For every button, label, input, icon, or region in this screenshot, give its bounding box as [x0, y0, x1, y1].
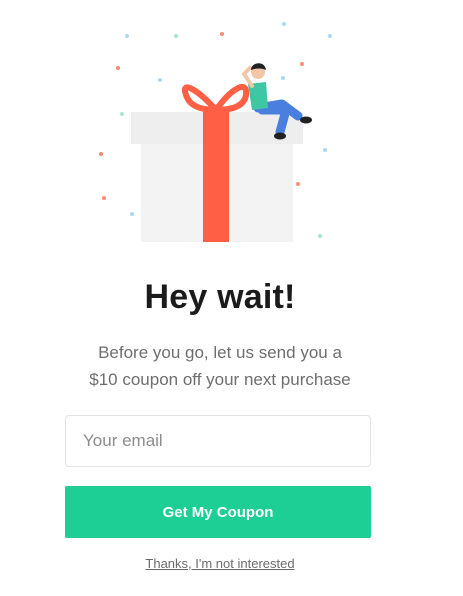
popup-subtitle: Before you go, let us send you a $10 cou… — [0, 339, 440, 393]
get-coupon-button[interactable]: Get My Coupon — [65, 486, 371, 538]
popup-title: Hey wait! — [144, 278, 296, 316]
subtitle-line-1: Before you go, let us send you a — [98, 343, 342, 362]
email-input[interactable] — [65, 415, 371, 467]
gift-illustration — [99, 22, 332, 242]
decline-link[interactable]: Thanks, I'm not interested — [0, 556, 440, 571]
gift-bow — [182, 84, 250, 113]
gift-ribbon — [203, 112, 229, 242]
subtitle-line-2: $10 coupon off your next purchase — [89, 370, 351, 389]
